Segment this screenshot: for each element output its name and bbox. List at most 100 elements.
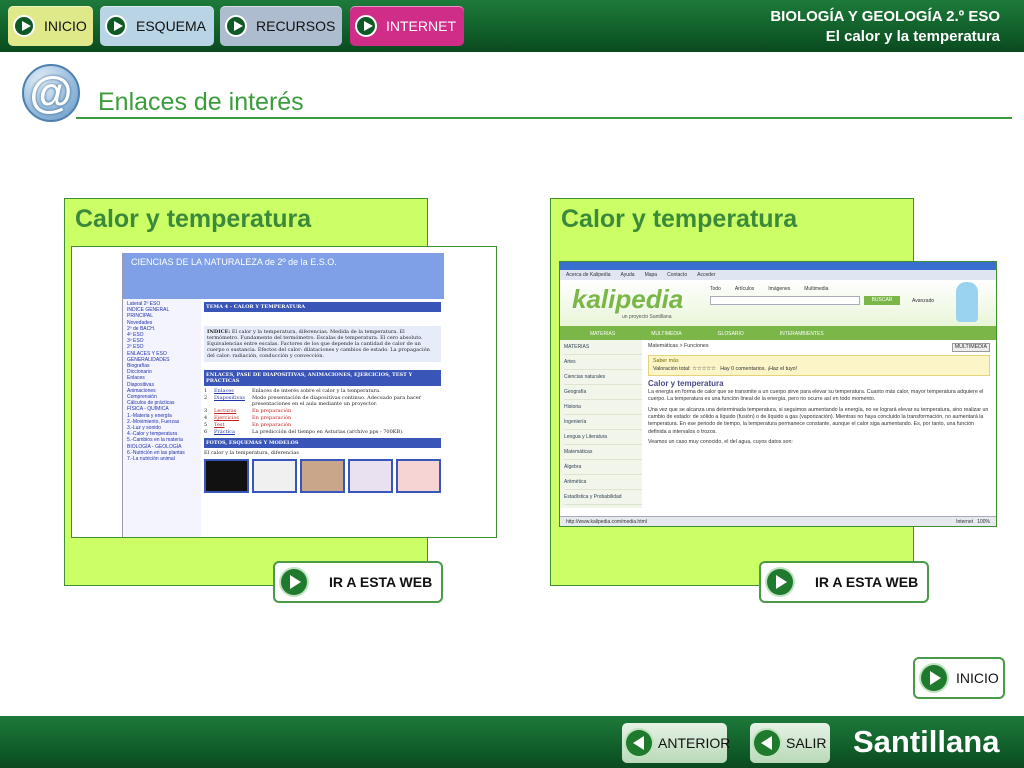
- site2-menu-item: Ingeniería: [564, 415, 642, 430]
- website-preview-1: CIENCIAS DE LA NATURALEZA de 2º de la E.…: [71, 246, 497, 538]
- site2-menu: MATERIAS Artes Ciencias naturales Geografía…: [560, 340, 642, 508]
- nav-esquema-button[interactable]: ESQUEMA: [100, 6, 214, 46]
- site1-row-number: 2: [204, 395, 208, 401]
- previous-label: ANTERIOR: [658, 735, 731, 751]
- site2-section-tab: GLOSARIO: [717, 331, 744, 337]
- inicio-button[interactable]: INICIO: [913, 657, 1005, 699]
- play-icon: [767, 569, 793, 595]
- kalipedia-logo-sub: un proyecto Santillana: [622, 314, 672, 320]
- site2-menu-item: Álgebra: [564, 460, 642, 475]
- site2-badge: MULTIMEDIA: [951, 343, 990, 353]
- site1-theme-bar: TEMA 4 - CALOR Y TEMPERATURA: [204, 302, 441, 312]
- site1-links-bar: ENLACES, PASE DE DIAPOSITIVAS, ANIMACION…: [204, 370, 441, 386]
- site1-link-row: 2 Diapositivas Modo presentación de diapos…: [204, 395, 441, 407]
- site2-article-title: Calor y temperatura: [648, 378, 724, 388]
- mascot-icon: [956, 282, 978, 322]
- site1-sidebar-item: ENLACES Y ESO GENERALIDADES: [127, 350, 170, 363]
- subject-course: BIOLOGÍA Y GEOLOGÍA 2.º ESO: [770, 8, 1000, 25]
- exit-button[interactable]: SALIR: [750, 723, 830, 763]
- site2-section-tab: MULTIMEDIA: [651, 331, 682, 337]
- site2-rating-label: Valoración total:: [653, 365, 691, 372]
- site2-menu-item: Ciencias naturales: [564, 370, 642, 385]
- site1-link-row: 1 Enlaces Enlaces de interés sobre el calo…: [204, 388, 441, 394]
- kalipedia-logo: kalipedia: [572, 284, 684, 314]
- site2-menu-item: Estadística y Probabilidad: [564, 490, 642, 505]
- nav-recursos-button[interactable]: RECURSOS: [220, 6, 342, 46]
- site2-top-link: Ayuda: [620, 272, 635, 278]
- site2-search-tab: Multimedia: [804, 286, 829, 292]
- site1-header: CIENCIAS DE LA NATURALEZA de 2º de la E.…: [123, 253, 444, 299]
- site2-section-tab: INTERAMBIENTES: [779, 331, 824, 337]
- site1-row-desc: En preparación: [252, 422, 292, 428]
- site2-paragraph: Una vez que se alcanza una determinada t…: [648, 406, 989, 435]
- site2-menu-item: Matemáticas: [564, 445, 642, 460]
- site1-sidebar-item: 7.-La nutrición animal: [127, 456, 175, 463]
- site2-top-links: Acerca de Kalipedia Ayuda Mapa Contacto Acce…: [560, 270, 996, 280]
- go-to-web-label: IR A ESTA WEB: [815, 574, 919, 590]
- subject-header: BIOLOGÍA Y GEOLOGÍA 2.º ESO El calor y l…: [770, 7, 1000, 47]
- site2-menu-item: MATERIAS: [564, 340, 642, 355]
- site2-paragraph: Veamos un caso muy conocido, el del agua…: [648, 438, 793, 445]
- site2-top-link: Mapa: [644, 272, 658, 278]
- previous-button[interactable]: ANTERIOR: [622, 723, 731, 763]
- site1-row-link: Diapositivas: [214, 395, 245, 401]
- site1-index-text: El calor y la temperatura, diferencias. …: [207, 329, 430, 359]
- card-title: Calor y temperatura: [561, 205, 798, 233]
- site1-row-number: 5: [204, 422, 208, 428]
- site2-search-button: BUSCAR: [864, 296, 900, 305]
- site1-link-row: 3 Lecturas En preparación: [204, 408, 441, 414]
- site1-photos-bar: FOTOS, ESQUEMAS Y MODELOS: [204, 438, 441, 448]
- nav-recursos-label: RECURSOS: [256, 18, 336, 34]
- site2-search-tab: Todo: [710, 286, 721, 292]
- play-icon: [281, 569, 307, 595]
- inicio-label: INICIO: [956, 670, 999, 686]
- exit-label: SALIR: [786, 735, 827, 751]
- play-icon: [921, 665, 947, 691]
- card-title: Calor y temperatura: [75, 205, 312, 233]
- nav-inicio-label: INICIO: [44, 18, 87, 34]
- site1-row-link: Lecturas: [214, 408, 237, 414]
- site1-row-desc: En preparación: [252, 408, 292, 414]
- site2-comments: Hay 0 comentarios. ¡Haz el tuyo!: [720, 365, 798, 372]
- site1-row-desc: La predicción del tiempo en Asturias (ar…: [252, 429, 404, 435]
- go-to-web-button-2[interactable]: IR A ESTA WEB: [759, 561, 929, 603]
- site2-status-bar: http://www.kalipedia.com/media.html Inte…: [560, 516, 996, 526]
- site1-row-number: 4: [204, 415, 208, 421]
- go-to-web-button-1[interactable]: IR A ESTA WEB: [273, 561, 443, 603]
- site2-search-adv: Avanzado: [912, 298, 935, 304]
- nav-esquema-label: ESQUEMA: [136, 18, 207, 34]
- site2-menu-item: Historia: [564, 400, 642, 415]
- site1-row-link: Ejercicios: [214, 415, 239, 421]
- site2-search-tab: Imágenes: [768, 286, 791, 292]
- site1-row-number: 6: [204, 429, 208, 435]
- site1-row-link: Test: [214, 422, 225, 428]
- site2-search-input: [710, 296, 860, 305]
- site2-saber-mas: Saber más: [653, 358, 679, 365]
- site2-menu-item: Aritmética: [564, 475, 642, 490]
- site1-row-number: 3: [204, 408, 208, 414]
- santillana-logo: Santillana: [853, 724, 1000, 759]
- go-to-web-label: IR A ESTA WEB: [329, 574, 433, 590]
- site1-row-number: 1: [204, 388, 208, 394]
- play-icon: [355, 15, 377, 37]
- site2-search-tabs: Todo Artículos Imágenes Multimedia: [710, 286, 828, 292]
- nav-internet-label: INTERNET: [386, 18, 456, 34]
- site1-photo-strip: [204, 459, 441, 493]
- site2-top-link: Contacto: [667, 272, 688, 278]
- site2-sections-bar: MATERIAS MULTIMEDIA GLOSARIO INTERAMBIENTES: [560, 328, 996, 340]
- nav-inicio-button[interactable]: INICIO: [8, 6, 93, 46]
- site2-breadcrumb: Matemáticas > Funciones: [648, 343, 709, 349]
- site1-link-row: 5 Test En preparación: [204, 422, 441, 428]
- play-icon: [13, 15, 35, 37]
- page-title: Enlaces de interés: [98, 88, 304, 116]
- site1-link-row: 6 Práctica La predicción del tiempo en Ast…: [204, 429, 441, 435]
- site1-link-row: 4 Ejercicios En preparación: [204, 415, 441, 421]
- site1-sidebar: Lateral 2º ESO INDICE GENERAL PRINCIPAL Nov…: [123, 299, 201, 537]
- nav-internet-button[interactable]: INTERNET: [350, 6, 464, 46]
- site1-row-desc: Enlaces de interés sobre el calor y la t…: [252, 388, 381, 394]
- site2-top-link: Acceder: [697, 272, 716, 278]
- site1-row-link: Enlaces: [214, 388, 234, 394]
- site2-menu-item: Funciones: [564, 505, 642, 508]
- site2-menu-item: Geografía: [564, 385, 642, 400]
- site2-status-url: http://www.kalipedia.com/media.html: [566, 519, 647, 525]
